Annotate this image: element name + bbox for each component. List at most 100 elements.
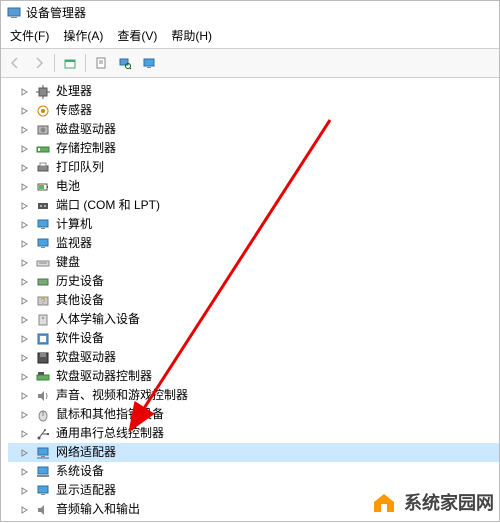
expand-icon[interactable] — [20, 125, 30, 135]
tree-node-history[interactable]: 历史设备 — [8, 272, 500, 291]
toolbar-separator — [85, 54, 86, 72]
port-icon — [35, 198, 51, 214]
menu-help[interactable]: 帮助(H) — [171, 27, 212, 44]
tree-node-other[interactable]: ? 其他设备 — [8, 291, 500, 310]
node-label: 系统设备 — [54, 465, 106, 478]
floppyctrl-icon — [35, 369, 51, 385]
system-icon — [35, 464, 51, 480]
watermark-text: 系统家园网 — [404, 489, 494, 515]
device-tree[interactable]: 处理器传感器磁盘驱动器存储控制器打印队列电池端口 (COM 和 LPT)计算机监… — [0, 78, 500, 523]
disk-icon — [35, 122, 51, 138]
keyboard-icon — [35, 255, 51, 271]
node-label: 监视器 — [54, 237, 94, 250]
expand-icon[interactable] — [20, 106, 30, 116]
node-label: 其他设备 — [54, 294, 106, 307]
expand-icon[interactable] — [20, 486, 30, 496]
node-label: 软盘驱动器控制器 — [54, 370, 154, 383]
cpu-icon — [35, 84, 51, 100]
expand-icon[interactable] — [20, 239, 30, 249]
expand-icon[interactable] — [20, 277, 30, 287]
tree-node-computer[interactable]: 计算机 — [8, 215, 500, 234]
other-icon: ? — [35, 293, 51, 309]
expand-icon[interactable] — [20, 372, 30, 382]
expand-icon[interactable] — [20, 353, 30, 363]
tree-node-port[interactable]: 端口 (COM 和 LPT) — [8, 196, 500, 215]
properties-button[interactable] — [90, 52, 112, 74]
tree-node-usb[interactable]: 通用串行总线控制器 — [8, 424, 500, 443]
tree-node-floppy[interactable]: 软盘驱动器 — [8, 348, 500, 367]
tree-node-printer[interactable]: 打印队列 — [8, 158, 500, 177]
storage-icon — [35, 141, 51, 157]
node-label: 处理器 — [54, 85, 94, 98]
tree-node-sensor[interactable]: 传感器 — [8, 101, 500, 120]
tree-node-cpu[interactable]: 处理器 — [8, 82, 500, 101]
expand-icon[interactable] — [20, 182, 30, 192]
tree-node-battery[interactable]: 电池 — [8, 177, 500, 196]
tree-node-monitor[interactable]: 监视器 — [8, 234, 500, 253]
node-label: 键盘 — [54, 256, 82, 269]
svg-text:?: ? — [41, 297, 46, 306]
menu-action[interactable]: 操作(A) — [63, 27, 103, 44]
node-label: 通用串行总线控制器 — [54, 427, 166, 440]
node-label: 音频输入和输出 — [54, 503, 142, 516]
tree-node-software[interactable]: 软件设备 — [8, 329, 500, 348]
node-label: 声音、视频和游戏控制器 — [54, 389, 190, 402]
tree-node-disk[interactable]: 磁盘驱动器 — [8, 120, 500, 139]
expand-icon[interactable] — [20, 429, 30, 439]
node-label: 软件设备 — [54, 332, 106, 345]
scan-button[interactable] — [114, 52, 136, 74]
menu-bar: 文件(F) 操作(A) 查看(V) 帮助(H) — [0, 25, 500, 48]
node-label: 磁盘驱动器 — [54, 123, 118, 136]
window-title: 设备管理器 — [26, 4, 86, 21]
node-label: 电池 — [54, 180, 82, 193]
tree-node-system[interactable]: 系统设备 — [8, 462, 500, 481]
battery-icon — [35, 179, 51, 195]
expand-icon[interactable] — [20, 220, 30, 230]
node-label: 存储控制器 — [54, 142, 118, 155]
display-icon — [35, 483, 51, 499]
node-label: 显示适配器 — [54, 484, 118, 497]
tree-node-floppyctrl[interactable]: 软盘驱动器控制器 — [8, 367, 500, 386]
node-label: 历史设备 — [54, 275, 106, 288]
watermark: 系统家园网 — [370, 488, 494, 516]
title-bar: 设备管理器 — [0, 0, 500, 25]
tree-node-audio[interactable]: 声音、视频和游戏控制器 — [8, 386, 500, 405]
printer-icon — [35, 160, 51, 176]
expand-icon[interactable] — [20, 448, 30, 458]
software-icon — [35, 331, 51, 347]
expand-icon[interactable] — [20, 201, 30, 211]
expand-icon[interactable] — [20, 296, 30, 306]
tree-node-network[interactable]: 网络适配器 — [8, 443, 500, 462]
usb-icon — [35, 426, 51, 442]
node-label: 打印队列 — [54, 161, 106, 174]
menu-file[interactable]: 文件(F) — [10, 27, 49, 44]
expand-icon[interactable] — [20, 467, 30, 477]
hid-icon — [35, 312, 51, 328]
back-button[interactable] — [4, 52, 26, 74]
tree-node-mouse[interactable]: 鼠标和其他指针设备 — [8, 405, 500, 424]
expand-icon[interactable] — [20, 315, 30, 325]
expand-icon[interactable] — [20, 391, 30, 401]
network-icon — [35, 445, 51, 461]
up-button[interactable] — [59, 52, 81, 74]
expand-icon[interactable] — [20, 163, 30, 173]
audioio-icon — [35, 502, 51, 518]
expand-icon[interactable] — [20, 505, 30, 515]
node-label: 网络适配器 — [54, 446, 118, 459]
monitor-button[interactable] — [138, 52, 160, 74]
expand-icon[interactable] — [20, 87, 30, 97]
expand-icon[interactable] — [20, 258, 30, 268]
floppy-icon — [35, 350, 51, 366]
menu-view[interactable]: 查看(V) — [117, 27, 157, 44]
node-label: 人体学输入设备 — [54, 313, 142, 326]
expand-icon[interactable] — [20, 410, 30, 420]
node-label: 鼠标和其他指针设备 — [54, 408, 166, 421]
sensor-icon — [35, 103, 51, 119]
expand-icon[interactable] — [20, 334, 30, 344]
toolbar-separator — [54, 54, 55, 72]
forward-button[interactable] — [28, 52, 50, 74]
tree-node-hid[interactable]: 人体学输入设备 — [8, 310, 500, 329]
expand-icon[interactable] — [20, 144, 30, 154]
tree-node-storage[interactable]: 存储控制器 — [8, 139, 500, 158]
tree-node-keyboard[interactable]: 键盘 — [8, 253, 500, 272]
